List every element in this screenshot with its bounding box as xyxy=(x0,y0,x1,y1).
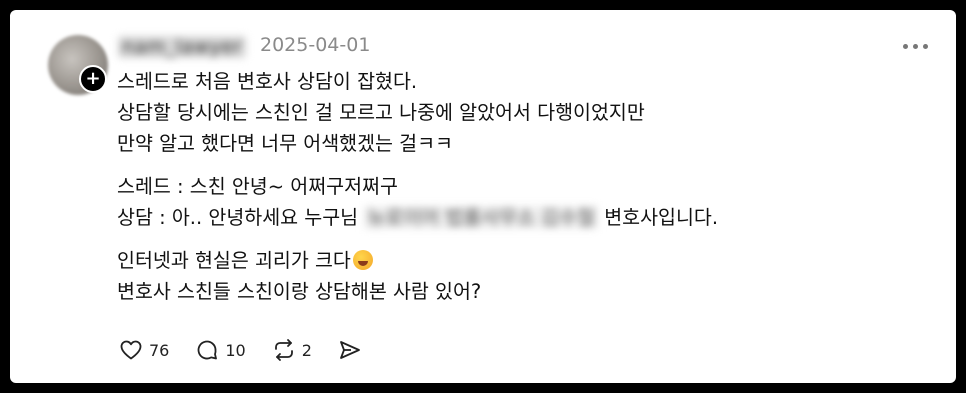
dialogue-suffix: 변호사입니다. xyxy=(604,206,719,229)
repost-button[interactable]: 2 xyxy=(272,338,312,362)
comment-button[interactable]: 10 xyxy=(195,338,246,362)
like-button[interactable]: 76 xyxy=(119,338,169,362)
post-date: 2025-04-01 xyxy=(260,34,371,56)
dialogue-line: 스레드 : 스친 안녕~ 어쩌구저쩌구 xyxy=(117,175,398,198)
comment-count: 10 xyxy=(225,340,246,360)
dialogue-prefix: 상담 : 아.. 안녕하세요 누구님 xyxy=(117,206,359,229)
post-line: 만약 알고 했다면 너무 어색했겠는 걸ㅋㅋ xyxy=(117,132,453,155)
share-icon xyxy=(340,341,360,359)
more-horizontal-icon[interactable] xyxy=(898,36,932,56)
share-button[interactable] xyxy=(338,338,362,362)
repost-icon xyxy=(274,339,293,361)
heart-icon xyxy=(120,340,142,360)
blurred-name: 뉴로이어 법률사무소 김수철 xyxy=(364,206,598,229)
grinning-sweat-emoji-icon xyxy=(352,250,373,270)
thread-post-card: + nam_lawyer 2025-04-01 스레드로 처음 변호사 상담이 … xyxy=(10,10,956,383)
action-bar: 76 10 2 xyxy=(119,337,388,363)
post-content: 스레드로 처음 변호사 상담이 잡혔다. 상담할 당시에는 스친인 걸 모르고 … xyxy=(117,66,917,307)
repost-count: 2 xyxy=(301,340,312,360)
closing-line: 인터넷과 현실은 괴리가 크다 xyxy=(117,245,917,276)
username[interactable]: nam_lawyer xyxy=(118,36,246,58)
post-line: 상담할 당시에는 스친인 걸 모르고 나중에 알았어서 다행이었지만 xyxy=(117,101,645,124)
follow-plus-icon[interactable]: + xyxy=(79,65,107,93)
comment-icon xyxy=(198,340,218,360)
closing-line: 변호사 스친들 스친이랑 상담해본 사람 있어? xyxy=(117,280,482,303)
closing-text: 인터넷과 현실은 괴리가 크다 xyxy=(117,249,351,272)
dialogue-line: 상담 : 아.. 안녕하세요 누구님 뉴로이어 법률사무소 김수철 변호사입니다… xyxy=(117,202,917,233)
like-count: 76 xyxy=(149,340,170,360)
post-line: 스레드로 처음 변호사 상담이 잡혔다. xyxy=(117,70,418,93)
